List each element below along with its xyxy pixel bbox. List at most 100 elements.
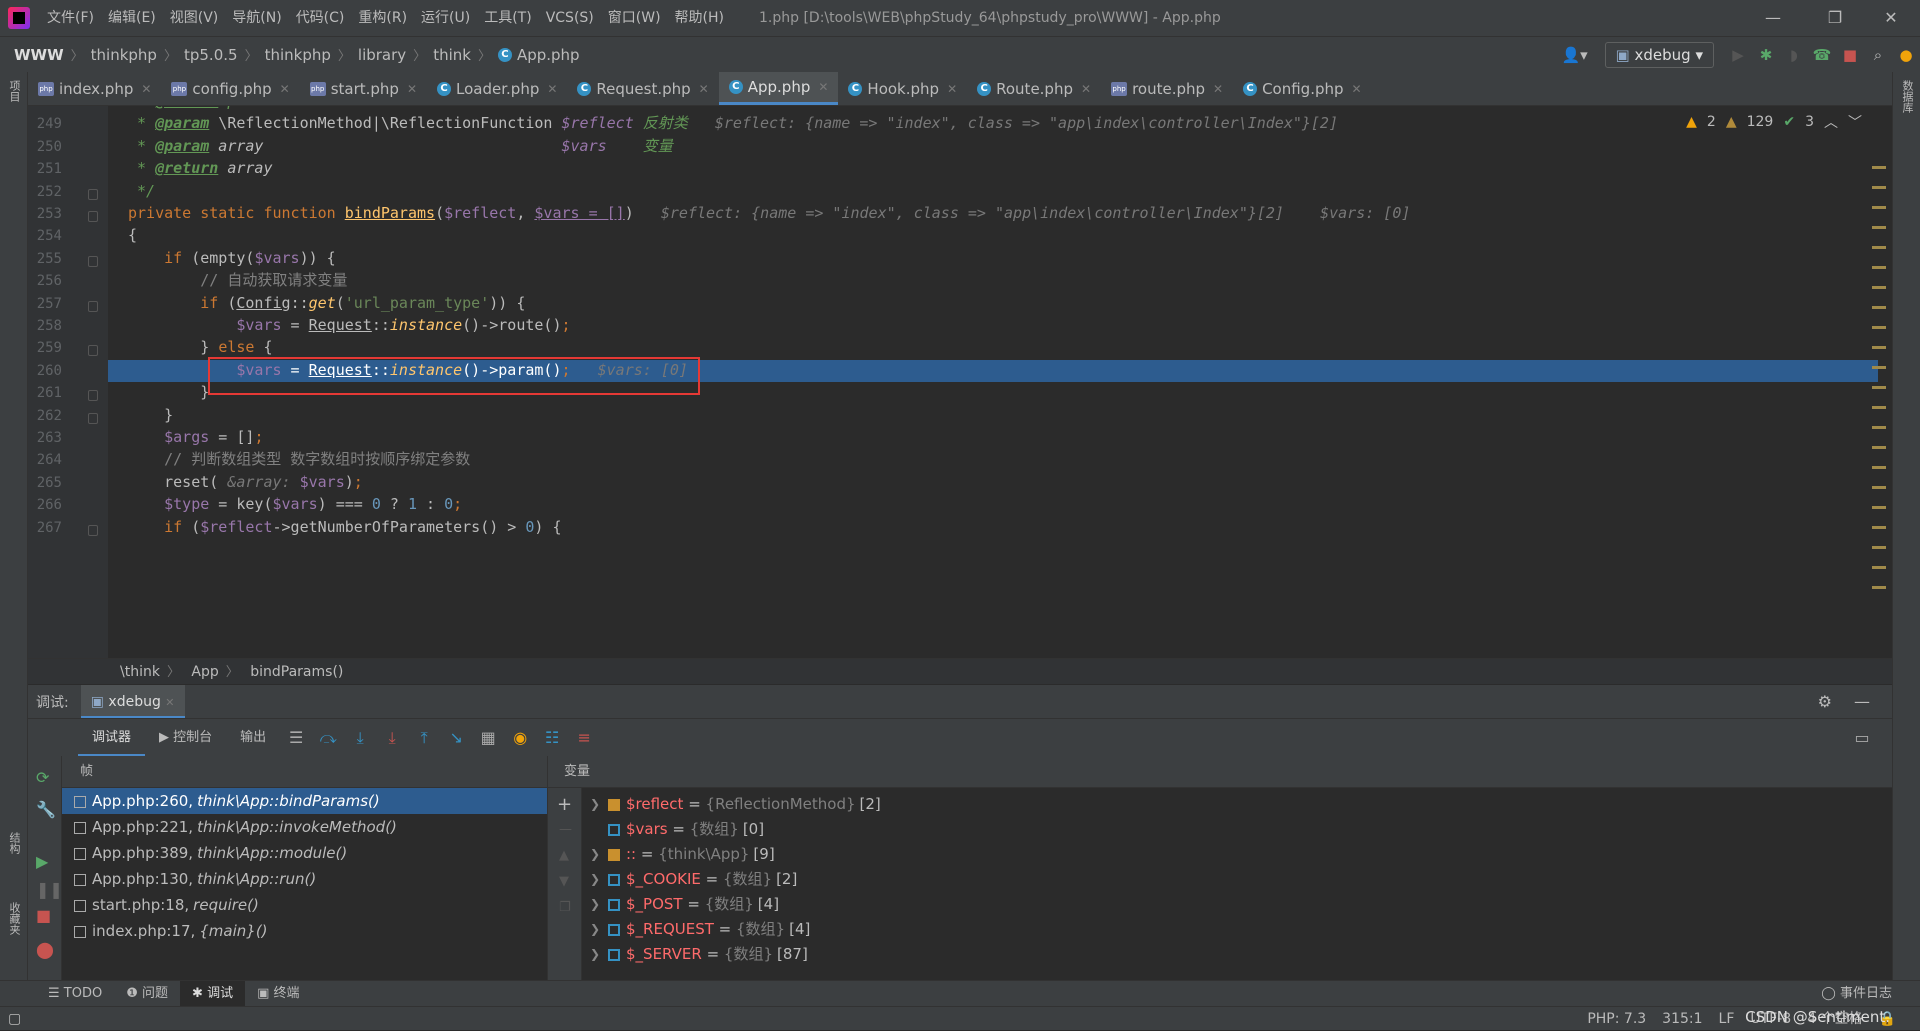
caret-position[interactable]: 315:1: [1662, 1007, 1702, 1031]
menu-file[interactable]: 文件(F): [40, 0, 101, 36]
chevron-right-icon[interactable]: ❯: [590, 842, 600, 867]
menu-view[interactable]: 视图(V): [163, 0, 226, 36]
stripe-mark[interactable]: [1872, 246, 1886, 249]
stripe-mark[interactable]: [1872, 346, 1886, 349]
tab-index-php[interactable]: php index.php ✕: [28, 72, 161, 105]
menu-navigate[interactable]: 导航(N): [225, 0, 288, 36]
layout-toggle-icon[interactable]: ▢: [8, 1007, 21, 1031]
step-into-icon[interactable]: ⤓: [344, 719, 376, 757]
stripe-mark[interactable]: [1872, 206, 1886, 209]
stop-icon[interactable]: ■: [1836, 37, 1864, 73]
variable-row[interactable]: ❯:: = {think\App} [9]: [548, 842, 1848, 867]
breakpoints-icon[interactable]: ⬤: [36, 940, 54, 959]
crumb-class[interactable]: App: [191, 664, 218, 680]
stripe-mark[interactable]: [1872, 566, 1886, 569]
code-line[interactable]: if (empty($vars)) {: [128, 247, 336, 269]
code-line[interactable]: if (Config::get('url_param_type')) {: [128, 292, 525, 314]
frame-item[interactable]: App.php:389, think\App::module(): [62, 840, 547, 866]
pause-icon[interactable]: ❚❚: [36, 880, 63, 899]
code-line[interactable]: * @return array: [128, 157, 272, 179]
code-line[interactable]: * @param array $vars 变量: [128, 135, 673, 157]
database-tool-button[interactable]: 数据库: [1899, 80, 1915, 113]
variable-row[interactable]: ❯ $_COOKIE = {数组} [2]: [548, 867, 1848, 892]
force-step-into-icon[interactable]: ⤓: [376, 719, 408, 757]
event-log-button[interactable]: ◯ 事件日志: [1809, 981, 1904, 1007]
stripe-mark[interactable]: [1872, 446, 1886, 449]
evaluate-icon[interactable]: ▦: [472, 719, 504, 757]
tab-start-php[interactable]: php start.php ✕: [300, 72, 427, 105]
tab-route-php[interactable]: php route.php ✕: [1101, 72, 1233, 105]
minimize-button[interactable]: —: [1750, 0, 1796, 36]
layout-icon[interactable]: ☰: [280, 719, 312, 757]
stripe-mark[interactable]: [1872, 186, 1886, 189]
frame-item[interactable]: start.php:18, require(): [62, 892, 547, 918]
tab-config-php[interactable]: C Config.php ✕: [1233, 72, 1372, 105]
frames-list-icon[interactable]: ☷: [536, 719, 568, 757]
line-separator[interactable]: LF: [1719, 1007, 1735, 1031]
crumb-www[interactable]: WWW: [14, 46, 64, 64]
run-to-cursor-icon[interactable]: ↘: [440, 719, 472, 757]
close-button[interactable]: ✕: [1868, 0, 1914, 36]
update-icon[interactable]: ●: [1892, 37, 1920, 73]
stripe-mark[interactable]: [1872, 406, 1886, 409]
stripe-mark[interactable]: [1872, 426, 1886, 429]
listen-debug-icon[interactable]: ☎: [1808, 37, 1836, 73]
menu-help[interactable]: 帮助(H): [668, 0, 731, 36]
stripe-mark[interactable]: [1872, 586, 1886, 589]
debug-icon[interactable]: ✱: [1752, 37, 1780, 73]
close-icon[interactable]: ✕: [947, 82, 957, 96]
chevron-right-icon[interactable]: ❯: [590, 892, 600, 917]
variable-row[interactable]: ❯ $_SERVER = {数组} [87]: [548, 942, 1848, 967]
stripe-mark[interactable]: [1872, 386, 1886, 389]
chevron-right-icon[interactable]: ❯: [590, 917, 600, 942]
chevron-up-icon[interactable]: ︿: [1824, 112, 1838, 132]
stripe-mark[interactable]: [1872, 286, 1886, 289]
code-line[interactable]: if ($reflect->getNumberOfParameters() > …: [128, 516, 561, 538]
code-line[interactable]: * @param \ReflectionMethod|\ReflectionFu…: [128, 112, 1338, 134]
crumb-app-php[interactable]: App.php: [517, 46, 580, 64]
resume-icon[interactable]: ▶: [36, 852, 48, 871]
tab-route-php[interactable]: C Route.php ✕: [967, 72, 1101, 105]
stripe-mark[interactable]: [1872, 226, 1886, 229]
menu-vcs[interactable]: VCS(S): [539, 0, 601, 36]
chevron-right-icon[interactable]: ❯: [590, 867, 600, 892]
code-line[interactable]: $args = [];: [128, 426, 263, 448]
fold-marker-icon[interactable]: [88, 412, 98, 424]
stop-debug-icon[interactable]: ■: [36, 906, 51, 925]
code-line[interactable]: // 自动获取请求变量: [128, 269, 347, 291]
inspection-widget[interactable]: ▲ 2 ▲ 129 ✔ 3 ︿ ﹀: [1686, 112, 1862, 132]
fold-marker-icon[interactable]: [88, 300, 98, 312]
user-icon[interactable]: 👤▾: [1555, 37, 1595, 73]
tab-config-php[interactable]: php config.php ✕: [161, 72, 299, 105]
php-version[interactable]: PHP: 7.3: [1587, 1007, 1646, 1031]
restore-layout-icon[interactable]: ▭: [1846, 719, 1878, 757]
close-icon[interactable]: ✕: [547, 82, 557, 96]
wrench-icon[interactable]: 🔧: [36, 800, 56, 819]
menu-edit[interactable]: 编辑(E): [101, 0, 163, 36]
close-icon[interactable]: ✕: [1081, 82, 1091, 96]
stripe-mark[interactable]: [1872, 546, 1886, 549]
code-line[interactable]: }: [128, 381, 209, 403]
stripe-mark[interactable]: [1872, 326, 1886, 329]
structure-tool-button[interactable]: 结构: [6, 832, 22, 854]
frame-item[interactable]: App.php:130, think\App::run(): [62, 866, 547, 892]
crumb-think[interactable]: think: [433, 46, 471, 64]
frame-item[interactable]: App.php:260, think\App::bindParams(): [62, 788, 547, 814]
project-tool-button[interactable]: 项目: [6, 80, 22, 102]
tab-hook-php[interactable]: C Hook.php ✕: [838, 72, 967, 105]
fold-marker-icon[interactable]: [88, 211, 98, 222]
step-out-icon[interactable]: ⤒: [408, 719, 440, 757]
hide-icon[interactable]: —: [1854, 692, 1870, 711]
code-line[interactable]: {: [128, 224, 137, 246]
code-editor[interactable]: 248 249 250 251 252 253 254 255 256 257 258 259 260 2…: [28, 106, 1892, 658]
crumb-method[interactable]: bindParams(): [250, 664, 343, 680]
gear-icon[interactable]: ⚙: [1818, 692, 1832, 711]
crumb-thinkphp[interactable]: thinkphp: [91, 46, 157, 64]
step-over-icon[interactable]: ⤼: [312, 719, 344, 757]
run-config-select[interactable]: ▣ xdebug ▾: [1604, 42, 1714, 68]
debug-session-tab[interactable]: ▣ xdebug ✕: [80, 684, 185, 719]
terminal-tool-button[interactable]: ▣ 终端: [245, 981, 311, 1007]
fold-marker-icon[interactable]: [88, 345, 98, 357]
rerun-icon[interactable]: ⟳: [36, 768, 49, 787]
variable-row[interactable]: ❯ $_REQUEST = {数组} [4]: [548, 917, 1848, 942]
